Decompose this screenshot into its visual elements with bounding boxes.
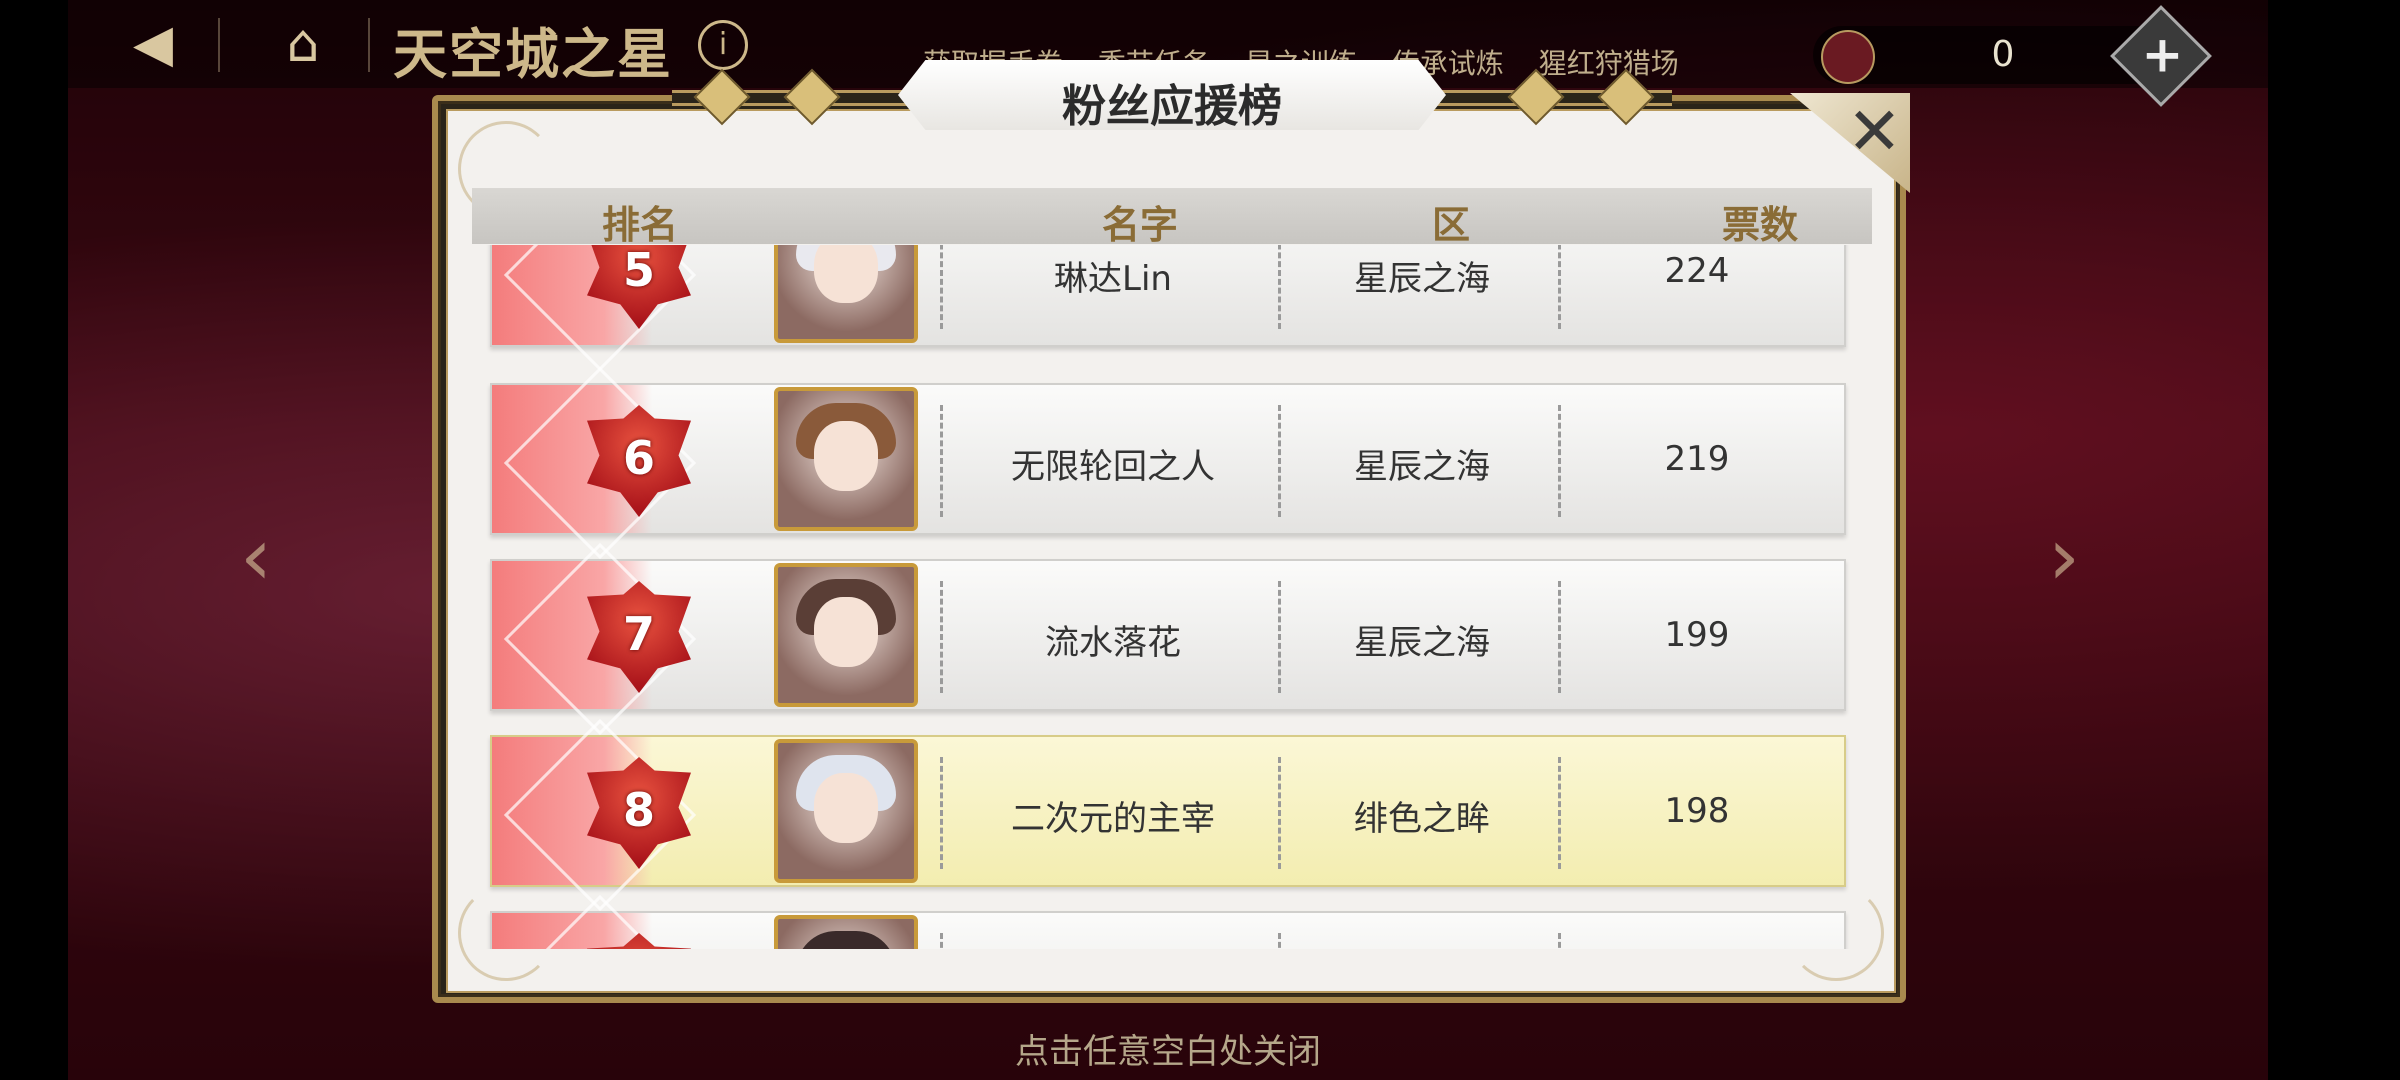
game-title: 天空城之星 bbox=[393, 22, 673, 86]
avatar-face bbox=[814, 597, 878, 667]
ranking-row[interactable]: 9 bbox=[490, 894, 1846, 949]
avatar-face bbox=[814, 245, 878, 303]
vote-count: 198 bbox=[1664, 791, 1730, 831]
top-bar-divider bbox=[218, 18, 220, 72]
avatar-hair bbox=[796, 931, 896, 949]
column-divider bbox=[940, 757, 943, 869]
ranking-row[interactable]: 6 无限轮回之人 星辰之海 219 bbox=[490, 366, 1846, 560]
column-divider bbox=[1278, 245, 1281, 329]
back-icon[interactable]: ◀ bbox=[118, 10, 188, 78]
vote-count: 224 bbox=[1664, 251, 1730, 291]
player-avatar[interactable] bbox=[774, 915, 918, 949]
header-votes: 票数 bbox=[1722, 203, 1799, 247]
avatar-face bbox=[814, 773, 878, 843]
home-icon[interactable]: ⌂ bbox=[268, 10, 338, 78]
plus-icon: + bbox=[2141, 25, 2184, 84]
column-divider bbox=[940, 933, 943, 949]
close-icon: ✕ bbox=[1846, 93, 1902, 170]
column-divider bbox=[1278, 757, 1281, 869]
player-avatar[interactable] bbox=[774, 739, 918, 883]
rank-number: 5 bbox=[622, 245, 655, 297]
player-avatar[interactable] bbox=[774, 563, 918, 707]
rank-number: 6 bbox=[622, 431, 655, 485]
diamond-ornament-icon bbox=[1507, 68, 1565, 126]
ranking-row[interactable]: 8 二次元的主宰 绯色之眸 198 bbox=[490, 718, 1846, 912]
column-divider bbox=[1278, 581, 1281, 693]
header-rank: 排名 bbox=[602, 203, 679, 247]
rank-number: 8 bbox=[622, 783, 655, 837]
ranking-list[interactable]: 5 琳达Lin 星辰之海 224 6 无限轮回之人 星辰之海 219 7 流水落花 星辰之海 199 8… bbox=[478, 245, 1868, 949]
diamond-ornament-icon bbox=[1597, 68, 1655, 126]
rank-number: 7 bbox=[622, 607, 655, 661]
vote-count: 219 bbox=[1664, 439, 1730, 479]
column-divider bbox=[940, 245, 943, 329]
player-name: 琳达Lin bbox=[1054, 259, 1172, 299]
column-divider bbox=[1558, 933, 1561, 949]
ranking-row[interactable]: 5 琳达Lin 星辰之海 224 bbox=[490, 245, 1846, 372]
column-divider bbox=[940, 405, 943, 517]
column-divider bbox=[940, 581, 943, 693]
fan-ranking-dialog: 粉丝应援榜 ✕ 排名 名字 区 票数 5 琳达Lin 星辰之海 224 6 无限轮回之人星… bbox=[432, 60, 1910, 1003]
player-zone: 星辰之海 bbox=[1354, 447, 1490, 487]
player-zone: 星辰之海 bbox=[1354, 259, 1490, 299]
ranking-row[interactable]: 7 流水落花 星辰之海 199 bbox=[490, 542, 1846, 736]
column-divider bbox=[1278, 933, 1281, 949]
header-name: 名字 bbox=[1102, 203, 1179, 247]
diamond-ornament-icon bbox=[783, 68, 841, 126]
player-name: 流水落花 bbox=[1045, 623, 1181, 663]
chevron-right-icon[interactable]: › bbox=[2048, 510, 2118, 620]
currency-counter: 0 + bbox=[1813, 5, 2212, 107]
header-zone: 区 bbox=[1432, 203, 1471, 247]
close-button[interactable]: ✕ bbox=[1790, 93, 1910, 193]
player-name: 无限轮回之人 bbox=[1011, 447, 1215, 487]
player-avatar[interactable] bbox=[774, 245, 918, 343]
player-zone: 绯色之眸 bbox=[1354, 799, 1490, 839]
title-banner: 粉丝应援榜 bbox=[672, 60, 1672, 132]
dialog-title: 粉丝应援榜 bbox=[1062, 81, 1282, 132]
player-zone: 星辰之海 bbox=[1354, 623, 1490, 663]
ranking-header: 排名 名字 区 票数 bbox=[472, 188, 1872, 247]
close-hint-text: 点击任意空白处关闭 bbox=[1015, 1032, 1321, 1072]
avatar-face bbox=[814, 421, 878, 491]
player-avatar[interactable] bbox=[774, 387, 918, 531]
top-bar-divider bbox=[368, 18, 370, 72]
vote-count: 199 bbox=[1664, 615, 1730, 655]
column-divider bbox=[1278, 405, 1281, 517]
player-name: 二次元的主宰 bbox=[1011, 799, 1215, 839]
diamond-ornament-icon bbox=[693, 68, 751, 126]
chevron-left-icon[interactable]: ‹ bbox=[240, 510, 310, 620]
